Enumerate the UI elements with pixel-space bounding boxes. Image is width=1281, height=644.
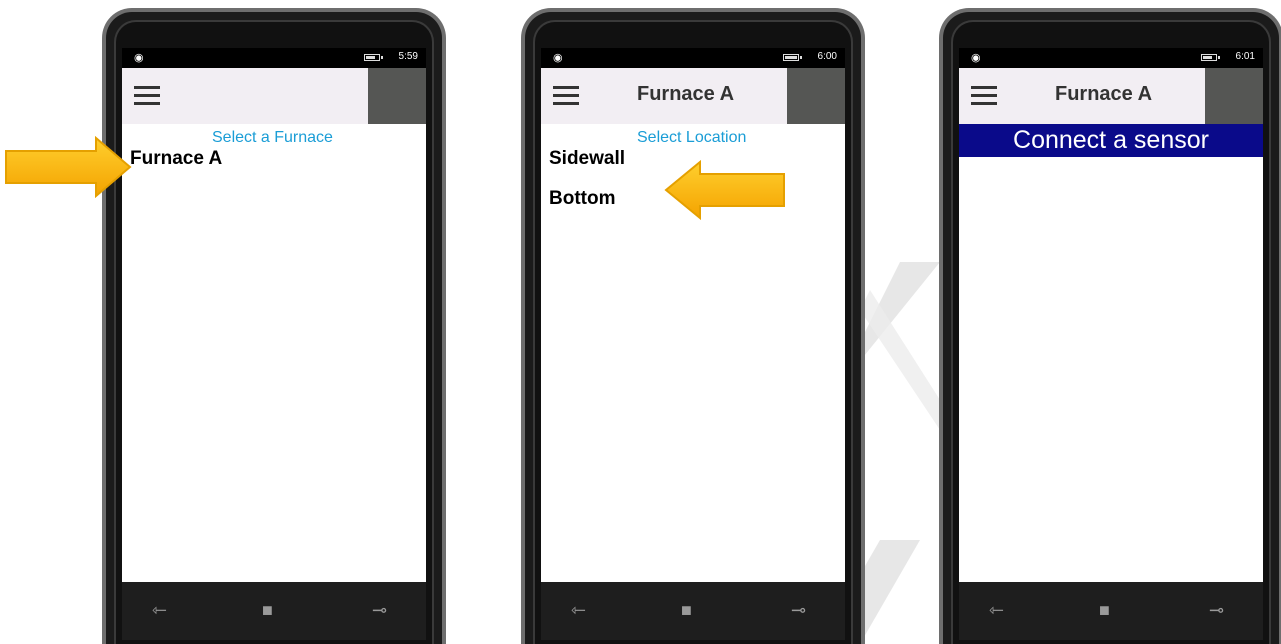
arrow-right-icon [5, 136, 132, 198]
nav-bar: ⇽ ■ ⊸ [541, 582, 845, 640]
app-bar-tile [1205, 68, 1263, 124]
app-bar-tile [368, 68, 426, 124]
location-item-sidewall[interactable]: Sidewall [549, 148, 625, 170]
app-title: Furnace A [1055, 83, 1153, 105]
hamburger-icon[interactable] [553, 86, 579, 106]
hamburger-icon[interactable] [971, 86, 997, 106]
back-icon[interactable]: ⇽ [989, 600, 1004, 621]
app-bar [122, 68, 426, 124]
status-time: 6:01 [1235, 51, 1255, 62]
signal-icon: ◉ [971, 52, 981, 64]
back-icon[interactable]: ⇽ [152, 600, 167, 621]
screen-1: ◉ 5:59 Select a Furnace Furnace A [122, 48, 426, 582]
select-location-label: Select Location [637, 129, 747, 146]
battery-icon [1201, 54, 1220, 61]
search-icon[interactable]: ⊸ [372, 600, 387, 621]
furnace-item[interactable]: Furnace A [130, 148, 222, 170]
battery-icon [783, 54, 802, 61]
back-icon[interactable]: ⇽ [571, 600, 586, 621]
status-bar: ◉ 6:00 [541, 48, 845, 68]
phone-3: ◉ 6:01 Furnace A Connect a sensor ⇽ ■ ⊸ [939, 8, 1281, 644]
app-title: Furnace A [637, 83, 735, 105]
status-time: 5:59 [398, 51, 418, 62]
battery-icon [364, 54, 383, 61]
app-bar-tile [787, 68, 845, 124]
windows-icon[interactable]: ■ [1099, 600, 1110, 621]
nav-bar: ⇽ ■ ⊸ [122, 582, 426, 640]
arrow-left-icon [664, 160, 785, 220]
nav-bar: ⇽ ■ ⊸ [959, 582, 1263, 640]
location-item-bottom[interactable]: Bottom [549, 188, 615, 210]
app-bar: Furnace A [959, 68, 1263, 124]
phone-2: ◉ 6:00 Furnace A Select Location Sidewal… [521, 8, 865, 644]
search-icon[interactable]: ⊸ [1209, 600, 1224, 621]
screen-3: ◉ 6:01 Furnace A Connect a sensor [959, 48, 1263, 582]
status-bar: ◉ 6:01 [959, 48, 1263, 68]
phone-1: ◉ 5:59 Select a Furnace Furnace A ⇽ ■ ⊸ [102, 8, 446, 644]
app-bar: Furnace A [541, 68, 845, 124]
signal-icon: ◉ [134, 52, 144, 64]
status-bar: ◉ 5:59 [122, 48, 426, 68]
screen-2: ◉ 6:00 Furnace A Select Location Sidewal… [541, 48, 845, 582]
windows-icon[interactable]: ■ [262, 600, 273, 621]
signal-icon: ◉ [553, 52, 563, 64]
hamburger-icon[interactable] [134, 86, 160, 106]
select-furnace-label: Select a Furnace [212, 129, 333, 146]
search-icon[interactable]: ⊸ [791, 600, 806, 621]
status-time: 6:00 [817, 51, 837, 62]
windows-icon[interactable]: ■ [681, 600, 692, 621]
connect-sensor-banner[interactable]: Connect a sensor [959, 124, 1263, 157]
